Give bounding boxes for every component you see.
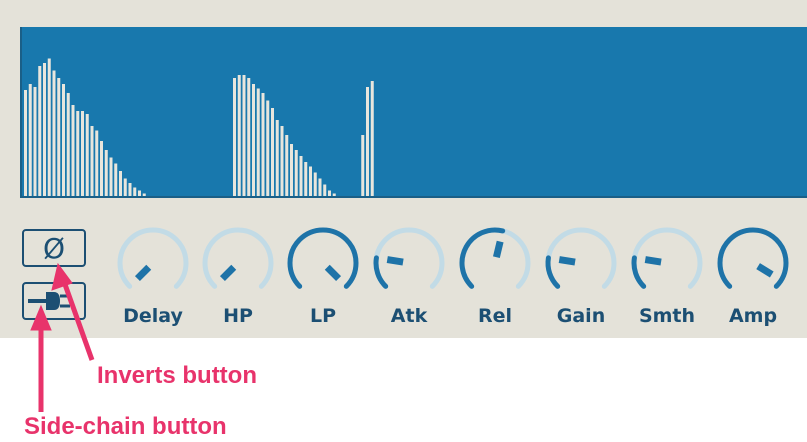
invert-annotation: Inverts button: [97, 362, 257, 389]
sidechain-annotation: Side-chain button: [24, 413, 227, 440]
